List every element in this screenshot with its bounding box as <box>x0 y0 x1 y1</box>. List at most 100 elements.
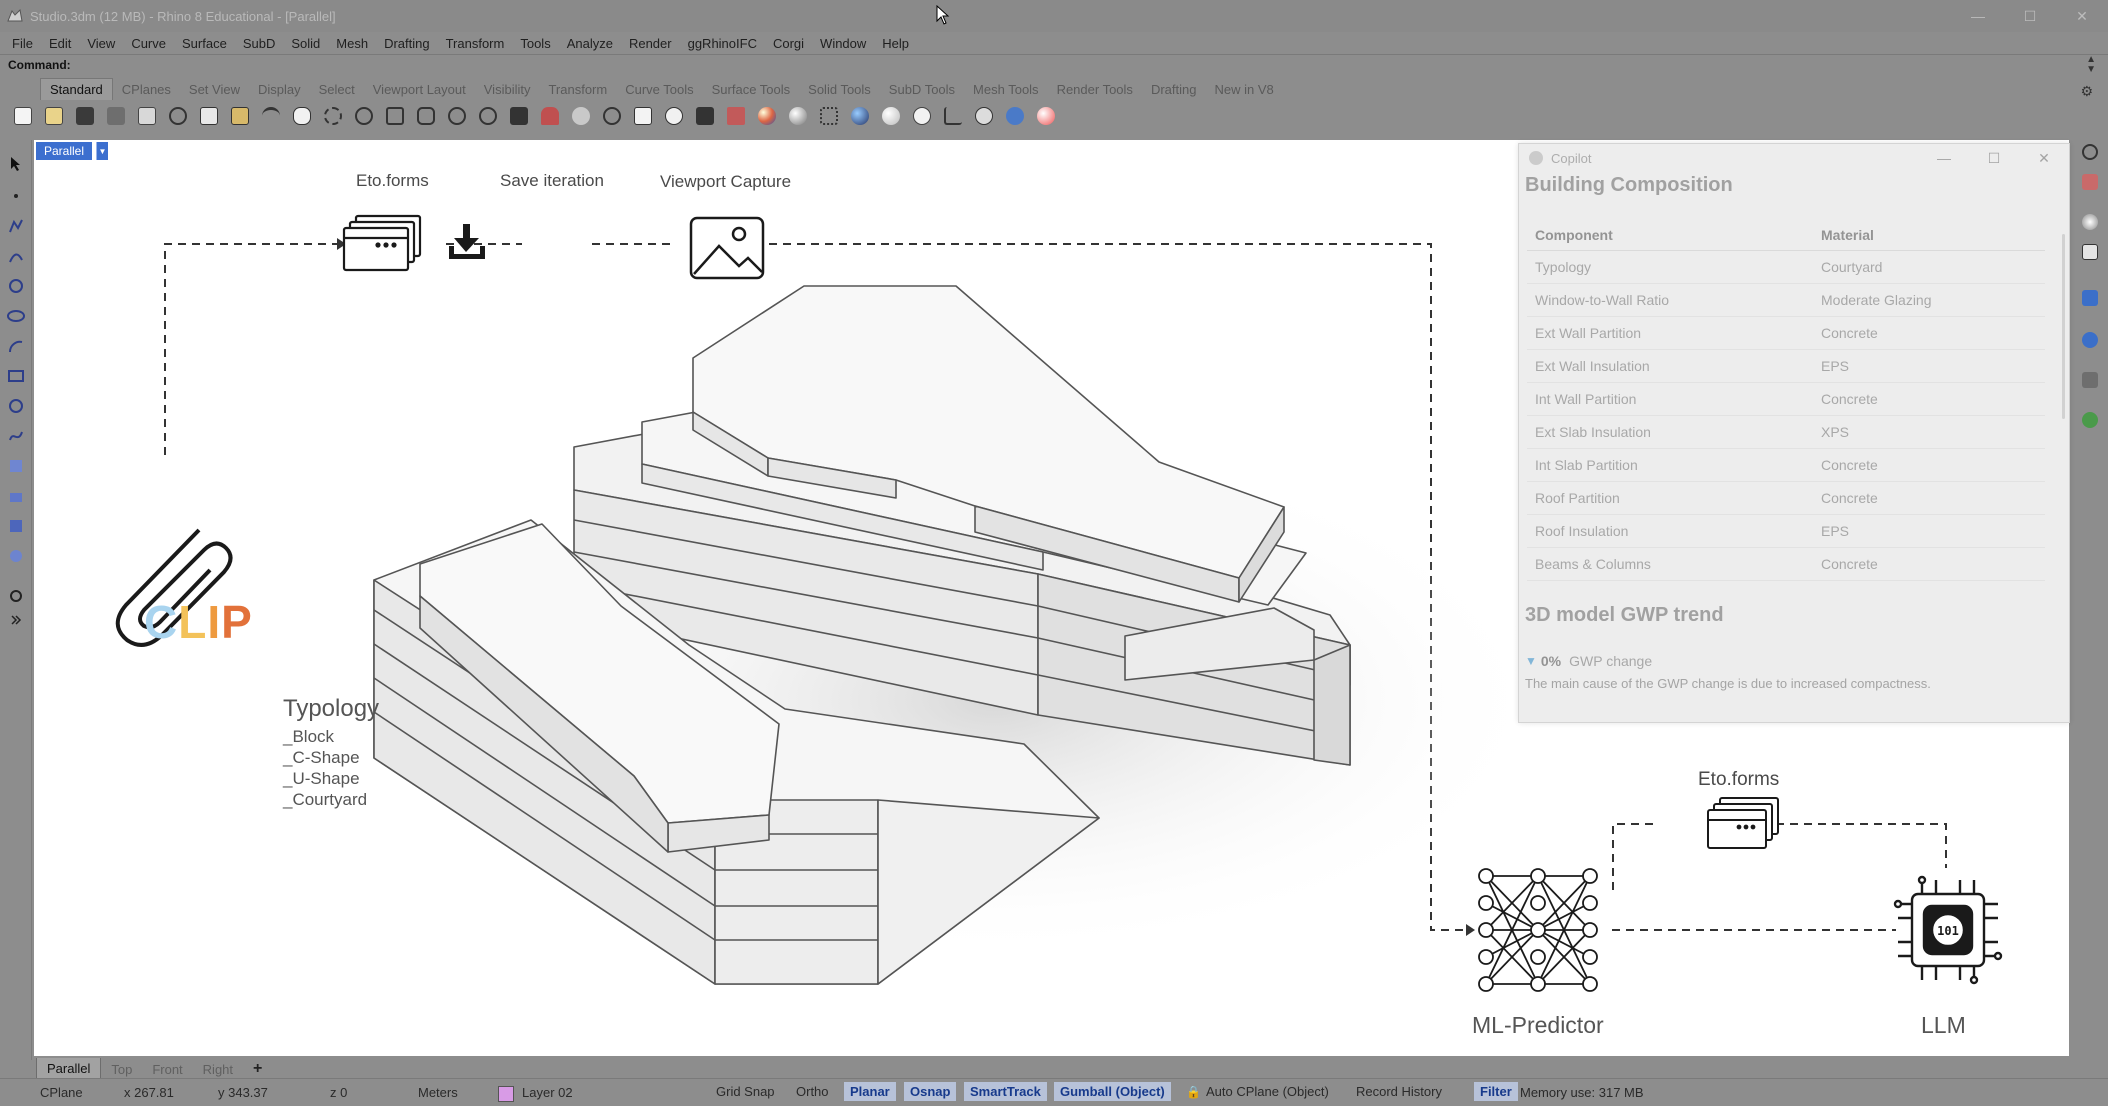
paste-icon[interactable] <box>227 103 253 129</box>
osnap-toggle[interactable]: Osnap <box>904 1082 957 1101</box>
copilot-scrollbar[interactable] <box>2062 234 2065 419</box>
record-history-toggle[interactable]: Record History <box>1350 1082 1448 1101</box>
menu-subd[interactable]: SubD <box>235 36 284 51</box>
zoom-selected-icon[interactable] <box>444 103 470 129</box>
grid-snap-toggle[interactable]: Grid Snap <box>710 1082 781 1101</box>
new-file-icon[interactable] <box>10 103 36 129</box>
planar-toggle[interactable]: Planar <box>844 1082 896 1101</box>
viewport-tab-top[interactable]: Top <box>101 1059 142 1080</box>
ortho-toggle[interactable]: Ortho <box>790 1082 835 1101</box>
status-layer[interactable]: Layer 02 <box>522 1085 573 1100</box>
status-units[interactable]: Meters <box>418 1085 458 1100</box>
render-panel-icon[interactable] <box>2082 214 2098 230</box>
menu-analyze[interactable]: Analyze <box>559 36 621 51</box>
lock-icon[interactable] <box>692 103 718 129</box>
select-arrow-icon[interactable] <box>6 154 26 174</box>
import-icon[interactable] <box>134 103 160 129</box>
tab-subd-tools[interactable]: SubD Tools <box>880 79 964 100</box>
expand-chevron-icon[interactable] <box>6 610 26 630</box>
viewport-menu-chevron-down-icon[interactable]: ▼ <box>96 142 108 160</box>
menu-render[interactable]: Render <box>621 36 680 51</box>
copilot-title-bar[interactable]: Copilot — ☐ ✕ <box>1519 144 2069 172</box>
properties-gear-icon[interactable] <box>2082 144 2098 160</box>
palette-settings-gear-icon[interactable] <box>6 586 26 606</box>
menu-tools[interactable]: Tools <box>512 36 558 51</box>
layers-icon[interactable] <box>2082 174 2098 190</box>
tab-drafting[interactable]: Drafting <box>1142 79 1206 100</box>
dimension-icon[interactable] <box>940 103 966 129</box>
menu-drafting[interactable]: Drafting <box>376 36 438 51</box>
auto-cplane-lock-icon[interactable]: 🔒 <box>1186 1085 1201 1099</box>
polyline-icon[interactable] <box>6 216 26 236</box>
zoom-icon[interactable] <box>351 103 377 129</box>
copilot-panel-icon[interactable] <box>2082 332 2098 348</box>
viewport-tab-front[interactable]: Front <box>142 1059 192 1080</box>
undo-icon[interactable] <box>258 103 284 129</box>
circle-icon[interactable] <box>6 276 26 296</box>
copilot-maximize-button[interactable]: ☐ <box>1969 144 2019 172</box>
point-icon[interactable] <box>6 186 26 206</box>
menu-curve[interactable]: Curve <box>123 36 174 51</box>
open-file-icon[interactable] <box>41 103 67 129</box>
environment-icon[interactable] <box>2082 412 2098 428</box>
pan-hand-icon[interactable] <box>289 103 315 129</box>
render-icon[interactable] <box>878 103 904 129</box>
display-panel-icon[interactable] <box>2082 244 2098 260</box>
ellipse-icon[interactable] <box>6 306 26 326</box>
tab-mesh-tools[interactable]: Mesh Tools <box>964 79 1048 100</box>
viewport-tab-right[interactable]: Right <box>193 1059 243 1080</box>
four-view-icon[interactable] <box>506 103 532 129</box>
camera-icon[interactable] <box>2082 372 2098 388</box>
smarttrack-toggle[interactable]: SmartTrack <box>964 1082 1047 1101</box>
menu-mesh[interactable]: Mesh <box>328 36 376 51</box>
copilot-close-button[interactable]: ✕ <box>2019 144 2069 172</box>
save-file-icon[interactable] <box>72 103 98 129</box>
cplane-icon[interactable] <box>599 103 625 129</box>
menu-view[interactable]: View <box>79 36 123 51</box>
arc-icon[interactable] <box>6 336 26 356</box>
menu-ggrhinoifc[interactable]: ggRhinoIFC <box>680 36 765 51</box>
menu-transform[interactable]: Transform <box>438 36 513 51</box>
undo-view-icon[interactable] <box>475 103 501 129</box>
command-scroll-arrows-icon[interactable]: ▲ ▼ <box>2086 55 2096 75</box>
solid-box-icon[interactable] <box>6 516 26 536</box>
command-line[interactable]: Command: ▲ ▼ <box>0 54 2108 75</box>
car-icon[interactable] <box>537 103 563 129</box>
maximize-button[interactable]: ☐ <box>2004 0 2056 32</box>
auto-cplane-toggle[interactable]: Auto CPlane (Object) <box>1200 1082 1335 1101</box>
tab-set-view[interactable]: Set View <box>180 79 249 100</box>
sun-icon[interactable] <box>909 103 935 129</box>
shaded-icon[interactable] <box>785 103 811 129</box>
tab-render-tools[interactable]: Render Tools <box>1048 79 1142 100</box>
rectangle-icon[interactable] <box>6 366 26 386</box>
minimize-button[interactable]: — <box>1952 0 2004 32</box>
tab-transform[interactable]: Transform <box>539 79 616 100</box>
layer-color-swatch[interactable] <box>498 1086 514 1102</box>
menu-help[interactable]: Help <box>874 36 917 51</box>
viewport-tab-parallel[interactable]: Parallel <box>36 1058 102 1080</box>
select-icon[interactable] <box>630 103 656 129</box>
viewport-title-parallel[interactable]: Parallel <box>36 142 93 160</box>
status-cplane[interactable]: CPlane <box>40 1085 83 1100</box>
zoom-extents-icon[interactable] <box>413 103 439 129</box>
tab-cplanes[interactable]: CPlanes <box>113 79 180 100</box>
named-view-icon[interactable] <box>2082 290 2098 306</box>
sphere-icon[interactable] <box>1033 103 1059 129</box>
menu-solid[interactable]: Solid <box>283 36 328 51</box>
menu-window[interactable]: Window <box>812 36 874 51</box>
surface-icon[interactable] <box>6 456 26 476</box>
filter-toggle[interactable]: Filter <box>1474 1082 1518 1101</box>
rendered-icon[interactable] <box>847 103 873 129</box>
menu-corgi[interactable]: Corgi <box>765 36 812 51</box>
tab-solid-tools[interactable]: Solid Tools <box>799 79 880 100</box>
tab-visibility[interactable]: Visibility <box>475 79 540 100</box>
copy-icon[interactable] <box>196 103 222 129</box>
tab-new-in-v8[interactable]: New in V8 <box>1205 79 1282 100</box>
help-icon[interactable] <box>1002 103 1028 129</box>
cut-icon[interactable] <box>165 103 191 129</box>
close-button[interactable]: ✕ <box>2056 0 2108 32</box>
polygon-icon[interactable] <box>6 396 26 416</box>
menu-edit[interactable]: Edit <box>41 36 79 51</box>
layer-icon[interactable] <box>723 103 749 129</box>
menu-surface[interactable]: Surface <box>174 36 235 51</box>
